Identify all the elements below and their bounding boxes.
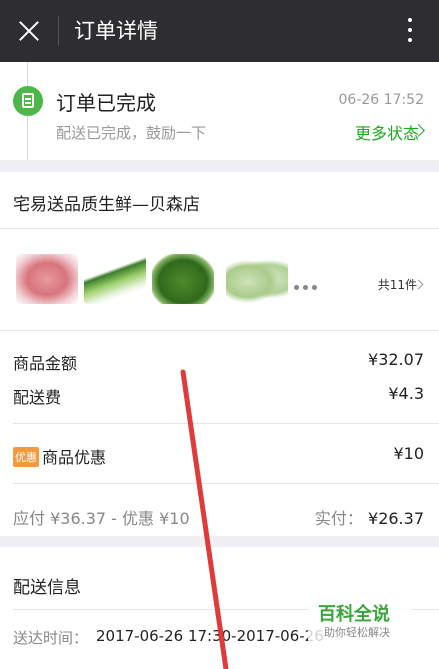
delivery-time-value: 2017-06-26 17:30-2017-06-26: [96, 627, 324, 645]
divider: [13, 483, 439, 484]
more-items-icon[interactable]: [294, 275, 321, 294]
status-subtitle: 配送已完成，鼓励一下: [56, 124, 207, 142]
more-vertical-icon[interactable]: [407, 18, 413, 44]
delivery-time-label: 送达时间：: [13, 629, 89, 647]
delivery-fee-value: ¥4.3: [388, 384, 424, 403]
watermark-subtitle: 助你轻松解决: [324, 626, 390, 639]
timeline-line: [27, 116, 28, 160]
delivery-fee-row: 配送费 ¥4.3: [13, 384, 424, 408]
product-thumbnail-green-onion[interactable]: [84, 254, 146, 304]
paid-label: 实付：: [314, 509, 363, 528]
product-thumbnail-green-beans[interactable]: [152, 254, 214, 304]
product-thumbnail-meat[interactable]: [16, 254, 78, 304]
promo-badge: 优惠: [13, 447, 39, 467]
goods-amount-value: ¥32.07: [368, 350, 424, 369]
top-bar: 订单详情: [0, 0, 439, 62]
product-thumbnail-bitter-melon[interactable]: [226, 254, 288, 304]
order-doc-icon: [13, 86, 43, 116]
promo-label: 商品优惠: [42, 448, 107, 467]
status-title: 订单已完成: [56, 91, 156, 115]
page-title: 订单详情: [74, 19, 158, 43]
paid-value: ¥26.37: [368, 509, 424, 528]
divider: [0, 330, 439, 331]
status-time: 06-26 17:52: [338, 92, 424, 108]
promo-row: 优惠 商品优惠 ¥10: [13, 444, 424, 468]
order-status-card: 订单已完成 06-26 17:52 配送已完成，鼓励一下 更多状态: [0, 62, 439, 160]
payable-summary: 应付 ¥36.37 - 优惠 ¥10: [13, 509, 190, 528]
delivery-fee-label: 配送费: [13, 388, 62, 407]
order-items-card: 宅易送品质生鲜—贝森店 共11件 商品金额 ¥32.07 配送费 ¥4.3 优惠…: [0, 172, 439, 536]
close-icon[interactable]: [16, 18, 42, 44]
payment-summary-row: 应付 ¥36.37 - 优惠 ¥10 实付： ¥26.37: [13, 505, 424, 529]
timeline-line: [27, 62, 28, 86]
watermark-title: 百科全说: [318, 604, 390, 625]
delivery-info-title: 配送信息: [13, 578, 81, 598]
more-status-link[interactable]: 更多状态: [355, 120, 419, 144]
divider: [0, 228, 439, 229]
item-count-link[interactable]: 共11件: [378, 276, 417, 293]
shop-name[interactable]: 宅易送品质生鲜—贝森店: [13, 190, 200, 215]
promo-value: ¥10: [393, 444, 424, 463]
watermark-logo: 百科全说 助你轻松解决: [308, 598, 412, 646]
goods-amount-row: 商品金额 ¥32.07: [13, 350, 424, 374]
goods-amount-label: 商品金额: [13, 354, 78, 373]
divider: [58, 16, 59, 46]
divider: [13, 423, 439, 424]
